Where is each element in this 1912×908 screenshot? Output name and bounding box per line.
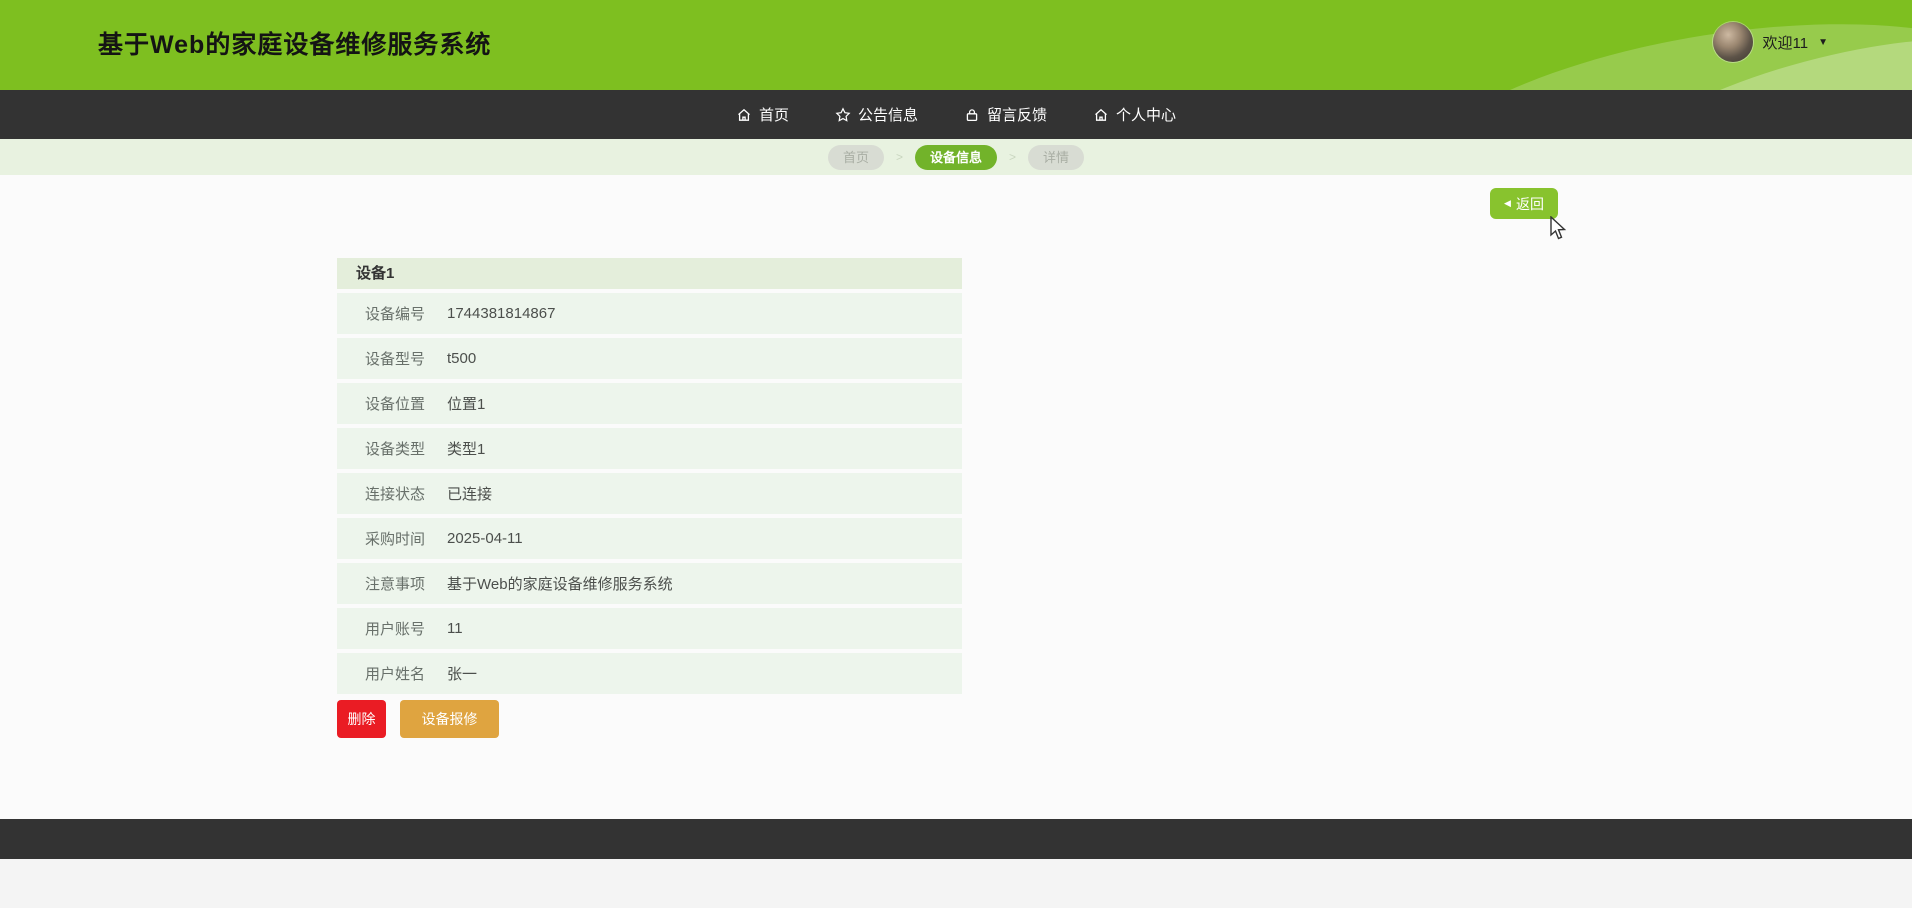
nav-item-label: 首页	[758, 107, 789, 124]
row-value: 11	[447, 620, 463, 637]
row-value: 2025-04-11	[447, 530, 523, 547]
row-value: 已连接	[447, 486, 493, 503]
nav-item-label: 个人中心	[1116, 107, 1177, 124]
lock-icon	[964, 107, 980, 123]
home-icon	[1093, 107, 1109, 123]
chevron-down-icon[interactable]: ▼	[1818, 37, 1828, 48]
row-value: 1744381814867	[447, 305, 556, 322]
row-label: 用户账号	[365, 621, 426, 638]
main-nav: 首页 公告信息 留言反馈 个人中心	[0, 90, 1912, 139]
action-buttons: 删除 设备报修	[337, 700, 499, 738]
table-row: 设备编号 1744381814867	[337, 293, 962, 334]
table-row: 设备位置 位置1	[337, 383, 962, 424]
nav-item-label: 公告信息	[857, 107, 918, 124]
row-value: t500	[447, 350, 477, 367]
site-title: 基于Web的家庭设备维修服务系统	[98, 31, 492, 59]
home-icon	[736, 107, 752, 123]
breadcrumb-item-detail[interactable]: 详情	[1028, 144, 1085, 170]
breadcrumb-separator: >	[895, 150, 903, 164]
table-row: 用户姓名 张一	[337, 653, 962, 694]
row-value: 位置1	[447, 396, 486, 413]
nav-item-personal-center[interactable]: 个人中心	[1089, 90, 1180, 139]
star-icon	[835, 106, 851, 123]
page: 基于Web的家庭设备维修服务系统 欢迎11 ▼ 首页 公告信息 留言反馈 个人中…	[0, 0, 1912, 908]
row-label: 注意事项	[365, 576, 426, 593]
table-row: 连接状态 已连接	[337, 473, 962, 514]
row-label: 设备型号	[365, 351, 426, 368]
table-row: 设备类型 类型1	[337, 428, 962, 469]
row-label: 设备位置	[365, 396, 426, 413]
row-label: 采购时间	[365, 531, 426, 548]
table-row: 用户账号 11	[337, 608, 962, 649]
device-title: 设备1	[337, 258, 962, 289]
app-header: 基于Web的家庭设备维修服务系统 欢迎11 ▼	[0, 0, 1912, 90]
main-content: ◀ 返回 设备1 设备编号 1744381814867 设备型号 t500 设备…	[0, 175, 1912, 819]
welcome-text: 欢迎11	[1762, 34, 1809, 52]
page-bottom-area	[0, 859, 1912, 908]
nav-item-home[interactable]: 首页	[732, 90, 793, 139]
footer-bar	[0, 819, 1912, 859]
breadcrumb-item-home[interactable]: 首页	[827, 144, 884, 170]
user-menu[interactable]: 欢迎11 ▼	[1712, 22, 1828, 62]
back-button[interactable]: ◀ 返回	[1490, 188, 1558, 219]
row-value: 张一	[447, 666, 478, 683]
nav-item-announcements[interactable]: 公告信息	[831, 90, 922, 139]
table-row: 注意事项 基于Web的家庭设备维修服务系统	[337, 563, 962, 604]
row-value: 类型1	[447, 441, 486, 458]
row-label: 连接状态	[365, 486, 426, 503]
mouse-cursor	[1550, 216, 1567, 240]
nav-item-label: 留言反馈	[987, 107, 1048, 124]
row-value: 基于Web的家庭设备维修服务系统	[447, 576, 673, 593]
breadcrumb: 首页 > 设备信息 > 详情	[0, 139, 1912, 175]
row-label: 用户姓名	[365, 666, 426, 683]
back-button-label: 返回	[1515, 195, 1544, 212]
delete-button[interactable]: 删除	[337, 700, 386, 738]
user-avatar[interactable]	[1712, 22, 1753, 62]
row-label: 设备编号	[365, 306, 426, 323]
back-arrow-icon: ◀	[1504, 198, 1511, 208]
row-label: 设备类型	[365, 441, 426, 458]
device-repair-button[interactable]: 设备报修	[400, 700, 499, 738]
table-row: 采购时间 2025-04-11	[337, 518, 962, 559]
table-row: 设备型号 t500	[337, 338, 962, 379]
device-detail-table: 设备1 设备编号 1744381814867 设备型号 t500 设备位置 位置…	[337, 258, 962, 698]
nav-item-feedback[interactable]: 留言反馈	[960, 90, 1051, 139]
breadcrumb-item-device-info[interactable]: 设备信息	[914, 144, 997, 170]
breadcrumb-separator: >	[1009, 150, 1017, 164]
